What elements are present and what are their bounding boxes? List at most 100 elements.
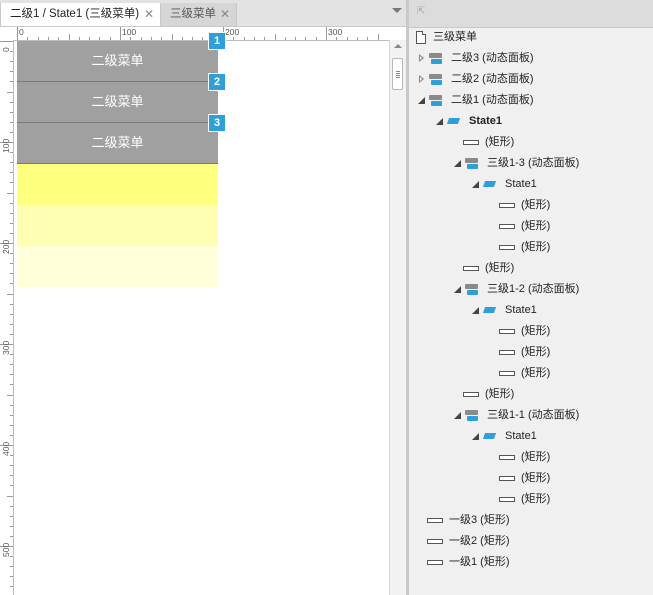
- yellow-rectangle[interactable]: [17, 246, 218, 287]
- expand-arrow-icon[interactable]: [417, 69, 427, 90]
- outline-row-label: (矩形): [521, 472, 551, 484]
- ruler-tick: [10, 172, 13, 173]
- ruler-tick: [58, 37, 59, 40]
- outline-row[interactable]: (矩形): [409, 489, 653, 510]
- ruler-tick: [130, 37, 131, 40]
- design-canvas[interactable]: 二级菜单 二级菜单 二级菜单 1 2 3: [14, 32, 389, 595]
- second-level-menu-item[interactable]: 二级菜单: [17, 82, 218, 123]
- outline-row[interactable]: 二级1 (动态面板): [409, 90, 653, 111]
- outline-row-label: 一级3 (矩形): [449, 514, 510, 526]
- close-icon[interactable]: ✕: [144, 3, 154, 25]
- outline-row[interactable]: State1: [409, 426, 653, 447]
- dynamic-panel-icon: [465, 405, 481, 426]
- outline-row[interactable]: (矩形): [409, 384, 653, 405]
- outline-row[interactable]: State1: [409, 174, 653, 195]
- scrollbar-thumb[interactable]: [392, 58, 403, 90]
- ruler-tick: [10, 283, 13, 284]
- ruler-tick: [336, 37, 337, 40]
- yellow-rectangle[interactable]: [17, 205, 218, 246]
- collapse-arrow-icon[interactable]: [417, 90, 427, 111]
- collapse-arrow-icon[interactable]: [435, 111, 445, 132]
- outline-row-label: 三级1-1 (动态面板): [487, 409, 580, 421]
- ruler-tick: [10, 586, 13, 587]
- collapse-arrow-icon[interactable]: [453, 405, 463, 426]
- outline-row[interactable]: 二级3 (动态面板): [409, 48, 653, 69]
- outline-row-label: (矩形): [521, 367, 551, 379]
- ruler-tick: [347, 37, 348, 40]
- ruler-tick: [0, 41, 13, 42]
- collapse-arrow-icon[interactable]: [471, 174, 481, 195]
- rectangle-icon: [499, 489, 515, 510]
- vertical-scrollbar[interactable]: [389, 40, 406, 595]
- outline-row[interactable]: 一级1 (矩形): [409, 552, 653, 573]
- scroll-up-arrow-icon[interactable]: [394, 44, 402, 48]
- state-icon: [483, 174, 499, 195]
- editor-pane: 二级1 / State1 (三级菜单) ✕ 三级菜单 ✕ 0 100 200 300 …: [0, 0, 406, 595]
- collapse-all-icon[interactable]: ⇱: [417, 7, 427, 17]
- horizontal-ruler: 0 100 200 300: [0, 27, 389, 41]
- outline-row[interactable]: (矩形): [409, 132, 653, 153]
- outline-row[interactable]: 一级3 (矩形): [409, 510, 653, 531]
- ruler-tick: [285, 37, 286, 40]
- outline-row[interactable]: (矩形): [409, 216, 653, 237]
- ruler-tick: [10, 112, 13, 113]
- footnote-badge[interactable]: 3: [208, 114, 226, 132]
- rectangle-icon: [463, 384, 479, 405]
- ruler-tick: [10, 536, 13, 537]
- tab-third-level-menu[interactable]: 三级菜单 ✕: [161, 3, 237, 26]
- outline-row[interactable]: (矩形): [409, 363, 653, 384]
- ruler-tick: [10, 81, 13, 82]
- ruler-tick: [10, 132, 13, 133]
- second-level-menu-item[interactable]: 二级菜单: [17, 41, 218, 82]
- tab-current-page[interactable]: 二级1 / State1 (三级菜单) ✕: [0, 3, 161, 26]
- footnote-badge[interactable]: 1: [208, 32, 226, 50]
- chevron-down-icon[interactable]: [392, 8, 402, 13]
- outline-row[interactable]: 三级菜单: [409, 27, 653, 48]
- ruler-tick: [10, 506, 13, 507]
- ruler-tick: [10, 364, 13, 365]
- collapse-arrow-icon[interactable]: [471, 426, 481, 447]
- ruler-tick: [10, 102, 13, 103]
- vertical-ruler: 0 100 200 300 400 500: [0, 40, 14, 595]
- state-icon: [447, 111, 463, 132]
- yellow-rectangle[interactable]: [17, 164, 218, 205]
- close-icon[interactable]: ✕: [220, 3, 230, 25]
- outline-row[interactable]: (矩形): [409, 468, 653, 489]
- footnote-badge[interactable]: 2: [208, 73, 226, 91]
- rectangle-icon: [427, 510, 443, 531]
- outline-row-label: (矩形): [521, 241, 551, 253]
- outline-row[interactable]: (矩形): [409, 342, 653, 363]
- outline-row-label: 三级菜单: [433, 31, 477, 43]
- outline-row[interactable]: (矩形): [409, 237, 653, 258]
- outline-row[interactable]: (矩形): [409, 195, 653, 216]
- ruler-tick: [10, 384, 13, 385]
- ruler-tick: [10, 435, 13, 436]
- outline-row[interactable]: State1: [409, 111, 653, 132]
- outline-row-label: (矩形): [521, 451, 551, 463]
- outline-row[interactable]: (矩形): [409, 447, 653, 468]
- outline-row-label: (矩形): [521, 346, 551, 358]
- collapse-arrow-icon[interactable]: [453, 153, 463, 174]
- outline-row[interactable]: (矩形): [409, 321, 653, 342]
- outline-row[interactable]: State1: [409, 300, 653, 321]
- ruler-label: 100: [122, 27, 137, 37]
- outline-row[interactable]: 三级1-1 (动态面板): [409, 405, 653, 426]
- outline-row[interactable]: 二级2 (动态面板): [409, 69, 653, 90]
- outline-row[interactable]: 三级1-2 (动态面板): [409, 279, 653, 300]
- expand-arrow-icon[interactable]: [417, 48, 427, 69]
- outline-row[interactable]: (矩形): [409, 258, 653, 279]
- ruler-tick: [99, 37, 100, 40]
- collapse-arrow-icon[interactable]: [453, 279, 463, 300]
- outline-row[interactable]: 三级1-3 (动态面板): [409, 153, 653, 174]
- rectangle-icon: [463, 132, 479, 153]
- collapse-arrow-icon[interactable]: [471, 300, 481, 321]
- rectangle-icon: [463, 258, 479, 279]
- ruler-tick: [378, 34, 379, 40]
- outline-row-label: (矩形): [485, 388, 515, 400]
- second-level-menu-item[interactable]: 二级菜单: [17, 123, 218, 164]
- outline-row-label: 一级1 (矩形): [449, 556, 510, 568]
- ruler-tick: [10, 374, 13, 375]
- outline-row[interactable]: 一级2 (矩形): [409, 531, 653, 552]
- ruler-tick: [326, 27, 327, 40]
- ruler-tick: [10, 182, 13, 183]
